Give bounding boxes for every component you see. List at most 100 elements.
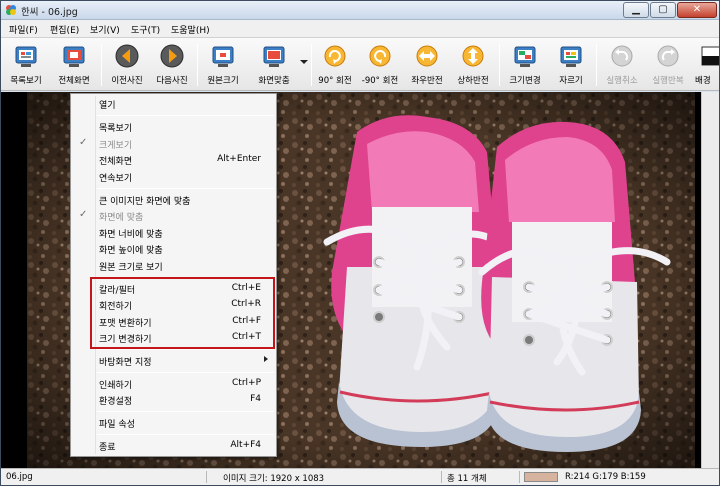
highlight-box (90, 277, 275, 349)
menu-item-label: 열기 (99, 101, 116, 111)
menu-item-original-size[interactable]: 원본 크기로 보기 (71, 259, 276, 274)
menu-item-set-wallpaper[interactable]: 바탕화면 지정 (71, 354, 276, 369)
menu-item-label: 화면에 맞춤 (99, 213, 144, 223)
status-separator (206, 471, 207, 483)
pixel-color-swatch (524, 472, 558, 482)
flip-vertical-button[interactable]: 상하반전 (454, 40, 492, 89)
redo-button[interactable]: 실행반복 (649, 40, 687, 89)
menu-item-settings[interactable]: 환경설정 F4 (71, 393, 276, 408)
rotate-cw-label: 90° 회전 (318, 76, 352, 86)
menu-separator (97, 411, 274, 412)
resize-button[interactable]: 크기변경 (506, 40, 544, 89)
rotate-cw-button[interactable]: 90° 회전 (316, 40, 354, 89)
menu-item-label: 연속보기 (99, 174, 133, 184)
menu-bar: 파일(F) 편집(E) 보기(V) 도구(T) 도움말(H) (1, 20, 719, 38)
menu-file[interactable]: 파일(F) (9, 23, 38, 36)
background-icon (701, 46, 719, 66)
menu-item-shortcut: Ctrl+P (232, 378, 261, 388)
minimize-button[interactable]: ▁ (623, 2, 649, 18)
menu-edit[interactable]: 편집(E) (50, 23, 79, 36)
menu-item-exit[interactable]: 종료 Alt+F4 (71, 439, 276, 454)
menu-item-label: 종료 (99, 443, 116, 453)
original-size-label: 원본크기 (207, 76, 239, 86)
menu-item-label: 환경설정 (99, 397, 133, 407)
status-separator (441, 471, 442, 483)
submenu-arrow-icon (264, 356, 268, 362)
next-photo-button[interactable]: 다음사진 (153, 40, 191, 89)
fit-screen-icon (263, 46, 285, 67)
resize-label: 크기변경 (509, 76, 541, 86)
undo-label: 실행취소 (606, 76, 638, 86)
menu-item-label: 크게보기 (99, 141, 133, 151)
menu-item-fit-large-only[interactable]: 큰 이미지만 화면에 맞춤 (71, 193, 276, 208)
menu-item-file-properties[interactable]: 파일 속성 (71, 416, 276, 431)
menu-item-shortcut: Alt+F4 (230, 440, 261, 450)
context-menu: 열기 목록보기 ✓ 크게보기 전체화면 Alt+Enter 연속보기 큰 이미지… (70, 93, 277, 457)
flip-horizontal-label: 좌우반전 (411, 76, 443, 86)
maximize-button[interactable]: ▢ (650, 2, 676, 18)
chevron-down-icon[interactable] (300, 58, 308, 66)
undo-button[interactable]: 실행취소 (603, 40, 641, 89)
menu-item-label: 파일 속성 (99, 420, 135, 430)
previous-photo-label: 이전사진 (111, 76, 143, 86)
menu-item-label: 화면 높이에 맞춤 (99, 246, 163, 256)
crop-label: 자르기 (559, 76, 583, 86)
undo-icon (611, 45, 633, 67)
fullscreen-label: 전체화면 (58, 76, 90, 86)
redo-icon (657, 45, 679, 67)
previous-photo-button[interactable]: 이전사진 (108, 40, 146, 89)
menu-item-large-view[interactable]: ✓ 크게보기 (71, 137, 276, 152)
title-bar[interactable]: 한씨 - 06.jpg ▁ ▢ ✕ (1, 1, 719, 20)
fit-screen-button[interactable]: 화면맞춤 (253, 40, 295, 89)
rotate-cw-icon (324, 45, 346, 67)
background-button[interactable]: 배경 (695, 40, 719, 89)
menu-item-list-view[interactable]: 목록보기 (71, 120, 276, 135)
menu-separator (97, 349, 274, 350)
status-image-size: 이미지 크기: 1920 x 1083 (223, 474, 325, 484)
next-photo-label: 다음사진 (156, 76, 188, 86)
menu-item-label: 바탕화면 지정 (99, 358, 152, 368)
menu-separator (97, 115, 274, 116)
menu-view[interactable]: 보기(V) (90, 23, 120, 36)
rotate-ccw-icon (369, 45, 391, 67)
menu-item-label: 인쇄하기 (99, 381, 133, 391)
menu-item-slideshow[interactable]: 연속보기 (71, 170, 276, 185)
next-photo-icon (160, 44, 184, 68)
menu-item-fit-height[interactable]: 화면 높이에 맞춤 (71, 242, 276, 257)
close-icon: ✕ (692, 4, 702, 15)
rotate-ccw-label: -90° 회전 (361, 76, 399, 86)
crop-icon (560, 46, 582, 67)
vertical-scrollbar[interactable] (701, 92, 719, 468)
menu-help[interactable]: 도움말(H) (171, 23, 210, 36)
rotate-ccw-button[interactable]: -90° 회전 (361, 40, 399, 89)
flip-horizontal-icon (416, 45, 438, 67)
flip-horizontal-button[interactable]: 좌우반전 (408, 40, 446, 89)
menu-item-label: 전체화면 (99, 157, 133, 167)
menu-item-fit-screen[interactable]: ✓ 화면에 맞춤 (71, 209, 276, 224)
menu-tools[interactable]: 도구(T) (131, 23, 160, 36)
crop-button[interactable]: 자르기 (552, 40, 590, 89)
checkmark-icon: ✓ (79, 209, 88, 220)
redo-label: 실행반복 (652, 76, 684, 86)
menu-item-shortcut: Alt+Enter (217, 154, 261, 164)
original-size-icon (212, 46, 234, 67)
menu-separator (97, 434, 274, 435)
previous-photo-icon (115, 44, 139, 68)
status-bar: 06.jpg 이미지 크기: 1920 x 1083 총 11 개체 R:214… (1, 468, 719, 485)
menu-item-open[interactable]: 열기 (71, 97, 276, 112)
menu-item-fit-width[interactable]: 화면 너비에 맞춤 (71, 226, 276, 241)
menu-item-print[interactable]: 인쇄하기 Ctrl+P (71, 377, 276, 392)
menu-item-fullscreen[interactable]: 전체화면 Alt+Enter (71, 153, 276, 168)
close-button[interactable]: ✕ (677, 2, 717, 18)
fullscreen-button[interactable]: 전체화면 (55, 40, 93, 89)
list-view-button[interactable]: 목록보기 (7, 40, 45, 89)
fit-screen-label: 화면맞춤 (258, 76, 290, 86)
status-rgb: R:214 G:179 B:159 (565, 472, 646, 482)
original-size-button[interactable]: 원본크기 (204, 40, 242, 89)
maximize-icon: ▢ (658, 4, 668, 15)
status-item-count: 총 11 개체 (447, 474, 487, 484)
minimize-icon: ▁ (632, 4, 640, 15)
menu-item-label: 원본 크기로 보기 (99, 263, 163, 273)
list-view-icon (15, 46, 37, 67)
left-shoe (323, 115, 501, 447)
